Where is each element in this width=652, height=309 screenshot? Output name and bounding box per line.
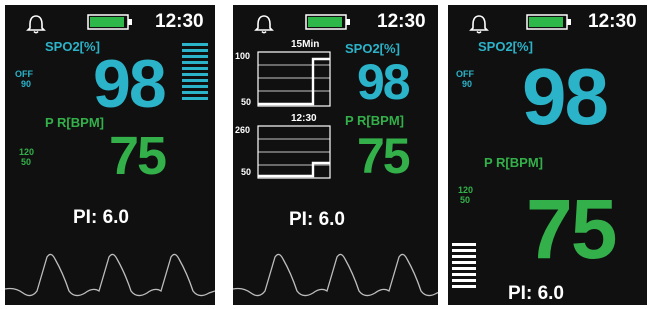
pr-trend-title: 12:30 xyxy=(291,113,317,124)
pi-value: 6.0 xyxy=(318,209,345,230)
pr-trend-axis-top: 260 xyxy=(235,125,251,135)
bell-icon xyxy=(26,15,46,34)
pleth-waveform xyxy=(233,253,438,297)
spo2-value: 98 xyxy=(357,54,411,110)
spo2-trend-title: 15Min xyxy=(291,39,320,50)
bell-icon xyxy=(254,15,274,34)
pr-alarm-limits: 120 50 xyxy=(458,185,473,205)
signal-bar xyxy=(182,49,208,52)
signal-bar xyxy=(182,79,208,82)
pr-value: 75 xyxy=(357,128,411,184)
pr-alarm-low: 50 xyxy=(21,157,32,167)
spo2-alarm-low: 90 xyxy=(462,79,473,89)
signal-bar xyxy=(182,85,208,88)
pi-value: 6.0 xyxy=(102,207,129,228)
pr-label: P R[BPM] xyxy=(45,115,104,130)
pi-label: PI: xyxy=(508,283,533,304)
spo2-trend-axis-top: 100 xyxy=(235,51,251,61)
pr-alarm-high: 120 xyxy=(19,147,35,157)
pr-label: P R[BPM] xyxy=(345,113,404,128)
pi-label: PI: xyxy=(73,207,98,228)
signal-bar xyxy=(182,43,208,46)
pi-readout: PI: 6.0 xyxy=(73,207,129,229)
battery-icon xyxy=(526,14,571,30)
pr-alarm-low: 50 xyxy=(460,195,471,205)
pr-alarm-limits: 120 50 xyxy=(19,147,34,167)
signal-bar xyxy=(452,279,476,282)
signal-bar xyxy=(182,61,208,64)
pr-label: P R[BPM] xyxy=(484,155,543,170)
pi-value: 6.0 xyxy=(537,283,564,304)
signal-bar xyxy=(182,73,208,76)
signal-bar xyxy=(452,273,476,276)
signal-bar xyxy=(182,97,208,100)
signal-strength-bars xyxy=(452,243,476,291)
spo2-trend-axis-bottom: 50 xyxy=(241,97,252,107)
spo2-alarm-high: OFF xyxy=(456,69,474,79)
battery-icon xyxy=(305,14,350,30)
signal-bar xyxy=(182,55,208,58)
pi-readout: PI: 6.0 xyxy=(508,283,564,305)
pleth-waveform xyxy=(5,253,215,297)
clock: 12:30 xyxy=(588,11,637,32)
pr-trend-graph xyxy=(257,125,331,179)
pr-alarm-high: 120 xyxy=(458,185,474,195)
signal-bar xyxy=(452,243,476,246)
clock: 12:30 xyxy=(155,11,204,32)
monitor-screen-large-numeric: 12:30 SPO2[%] OFF 90 98 P R[BPM] 120 50 … xyxy=(448,5,647,305)
monitor-screen-numeric: 12:30 SPO2[%] OFF 90 98 P R[BPM] 120 50 … xyxy=(5,5,215,305)
signal-bar xyxy=(452,285,476,288)
pr-value: 75 xyxy=(109,126,167,186)
spo2-trend-graph xyxy=(257,51,331,107)
pr-value: 75 xyxy=(526,182,617,276)
spo2-value: 98 xyxy=(522,52,609,141)
signal-bar xyxy=(182,67,208,70)
spo2-value: 98 xyxy=(93,46,167,122)
battery-icon xyxy=(87,14,132,30)
spo2-alarm-low: 90 xyxy=(21,79,32,89)
clock: 12:30 xyxy=(377,11,426,32)
pr-trend-axis-bottom: 50 xyxy=(241,167,252,177)
pi-label: PI: xyxy=(289,209,314,230)
pi-readout: PI: 6.0 xyxy=(289,209,345,231)
signal-bar xyxy=(452,261,476,264)
signal-strength-bars xyxy=(182,43,208,103)
signal-bar xyxy=(452,267,476,270)
signal-bar xyxy=(182,91,208,94)
signal-bar xyxy=(452,255,476,258)
spo2-alarm-limits: OFF 90 xyxy=(456,69,474,89)
monitor-screen-trend: 12:30 15Min 100 50 12:30 260 50 SPO2[%] … xyxy=(233,5,438,305)
spo2-label: SPO2[%] xyxy=(45,39,100,54)
spo2-alarm-high: OFF xyxy=(15,69,33,79)
bell-icon xyxy=(469,15,489,34)
signal-bar xyxy=(452,249,476,252)
spo2-alarm-limits: OFF 90 xyxy=(15,69,33,89)
